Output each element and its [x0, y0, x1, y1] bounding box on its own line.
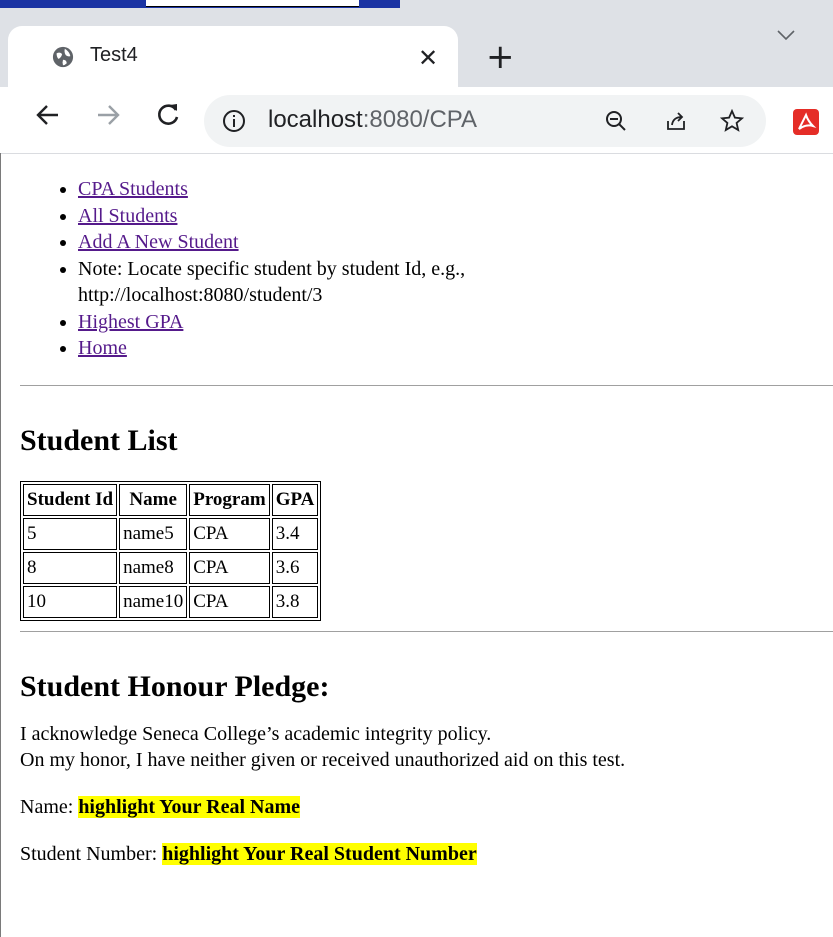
- table-cell: name8: [119, 551, 188, 584]
- note-line2: http://localhost:8080/student/3: [78, 284, 323, 306]
- tab-test4[interactable]: Test4 ✕: [8, 26, 458, 90]
- nav-list: CPA Students All Students Add A New Stud…: [20, 176, 833, 362]
- name-line: Name: highlight Your Real Name: [20, 794, 833, 820]
- url-text[interactable]: localhost:8080/CPA: [268, 106, 477, 134]
- table-cell: CPA: [189, 517, 270, 550]
- url-path: :8080/CPA: [362, 106, 478, 133]
- table-row: 5 name5 CPA 3.4: [23, 517, 319, 550]
- share-icon[interactable]: [664, 109, 688, 133]
- column-header: GPA: [271, 483, 319, 516]
- globe-icon: [52, 46, 74, 68]
- student-number-label: Student Number:: [20, 842, 163, 865]
- page-left-edge: [0, 153, 1, 937]
- student-number-highlight: highlight Your Real Student Number: [162, 842, 477, 865]
- divider: [20, 384, 833, 386]
- home-link[interactable]: Home: [78, 337, 127, 359]
- note-line1: Note: Locate specific student by student…: [78, 257, 466, 280]
- student-number-line: Student Number: highlight Your Real Stud…: [20, 841, 833, 867]
- highest-gpa-link[interactable]: Highest GPA: [78, 311, 183, 333]
- bookmark-star-icon[interactable]: [720, 109, 744, 133]
- back-arrow-icon[interactable]: [34, 101, 62, 129]
- close-tab-icon[interactable]: ✕: [418, 46, 438, 70]
- cpa-students-link[interactable]: CPA Students: [78, 178, 188, 200]
- table-cell: 3.6: [271, 551, 319, 584]
- all-students-link[interactable]: All Students: [78, 205, 177, 227]
- url-host: localhost: [268, 106, 363, 133]
- list-item: All Students: [78, 203, 833, 230]
- student-list-heading: Student List: [20, 423, 178, 457]
- tab-strip: Test4 ✕ +: [0, 10, 833, 90]
- table-row: 8 name8 CPA 3.6: [23, 551, 319, 584]
- chevron-down-icon[interactable]: [776, 28, 796, 42]
- browser-toolbar: localhost:8080/CPA: [0, 87, 833, 154]
- forward-arrow-icon[interactable]: [94, 101, 122, 129]
- table-cell: 3.8: [271, 585, 319, 618]
- address-bar[interactable]: localhost:8080/CPA: [204, 95, 766, 147]
- pledge-line: I acknowledge Seneca College’s academic …: [20, 722, 492, 745]
- table-cell: 5: [23, 517, 118, 550]
- acrobat-extension-icon[interactable]: [793, 109, 819, 135]
- table-cell: name5: [119, 517, 188, 550]
- zoom-out-icon[interactable]: [604, 109, 628, 133]
- table-cell: 10: [23, 585, 118, 618]
- info-icon[interactable]: [222, 109, 246, 133]
- column-header: Program: [189, 483, 270, 516]
- table-cell: CPA: [189, 551, 270, 584]
- name-label: Name:: [20, 795, 79, 818]
- table-cell: 8: [23, 551, 118, 584]
- list-item: Highest GPA: [78, 309, 833, 336]
- pledge-line: On my honor, I have neither given or rec…: [20, 748, 626, 771]
- table-row: 10 name10 CPA 3.8: [23, 585, 319, 618]
- column-header: Student Id: [23, 483, 118, 516]
- divider: [20, 630, 833, 632]
- list-item: CPA Students: [78, 176, 833, 203]
- honour-pledge: Student Honour Pledge: I acknowledge Sen…: [20, 669, 833, 867]
- note-item: Note: Locate specific student by student…: [78, 256, 833, 309]
- tab-title: Test4: [90, 44, 138, 66]
- table-cell: CPA: [189, 585, 270, 618]
- reload-icon[interactable]: [154, 101, 182, 129]
- table-cell: name10: [119, 585, 188, 618]
- new-tab-icon[interactable]: +: [486, 40, 515, 74]
- column-header: Name: [119, 483, 188, 516]
- table-header-row: Student Id Name Program GPA: [23, 483, 319, 516]
- pledge-heading: Student Honour Pledge:: [20, 669, 330, 703]
- name-highlight: highlight Your Real Name: [78, 795, 300, 818]
- window-top-strip: [0, 0, 833, 10]
- list-item: Home: [78, 335, 833, 362]
- list-item: Add A New Student: [78, 229, 833, 256]
- table-cell: 3.4: [271, 517, 319, 550]
- student-table: Student Id Name Program GPA 5 name5 CPA …: [20, 480, 322, 621]
- add-student-link[interactable]: Add A New Student: [78, 231, 239, 253]
- page-content: CPA Students All Students Add A New Stud…: [20, 176, 833, 867]
- title-segment: [146, 0, 359, 7]
